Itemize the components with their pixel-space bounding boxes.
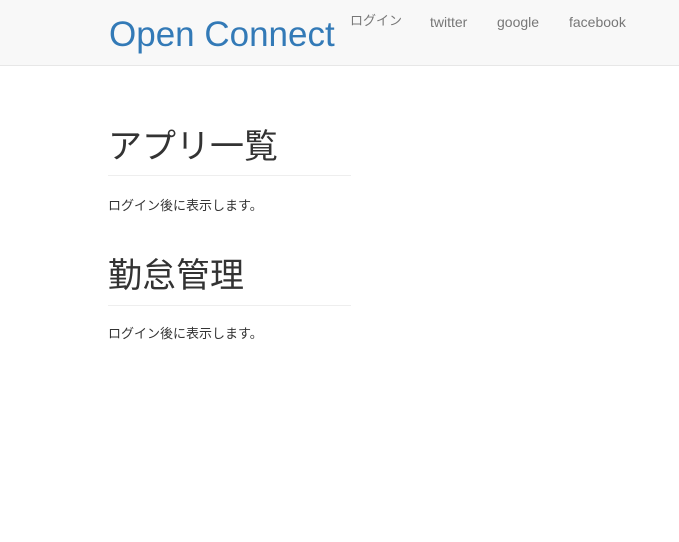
nav-facebook-link[interactable]: facebook — [569, 13, 626, 31]
attendance-message: ログイン後に表示します。 — [108, 327, 263, 342]
top-navbar: Open Connect ログイン twitter google faceboo… — [0, 0, 679, 66]
app-list-divider — [108, 175, 351, 176]
nav-google-link[interactable]: google — [497, 13, 539, 31]
attendance-heading: 勤怠管理 — [108, 256, 244, 296]
nav-twitter-link[interactable]: twitter — [430, 13, 467, 31]
app-list-heading: アプリ一覧 — [108, 127, 278, 167]
brand-link[interactable]: Open Connect — [109, 14, 335, 56]
nav-login-link[interactable]: ログイン — [350, 13, 402, 31]
app-list-message: ログイン後に表示します。 — [108, 199, 263, 214]
attendance-divider — [108, 305, 351, 306]
